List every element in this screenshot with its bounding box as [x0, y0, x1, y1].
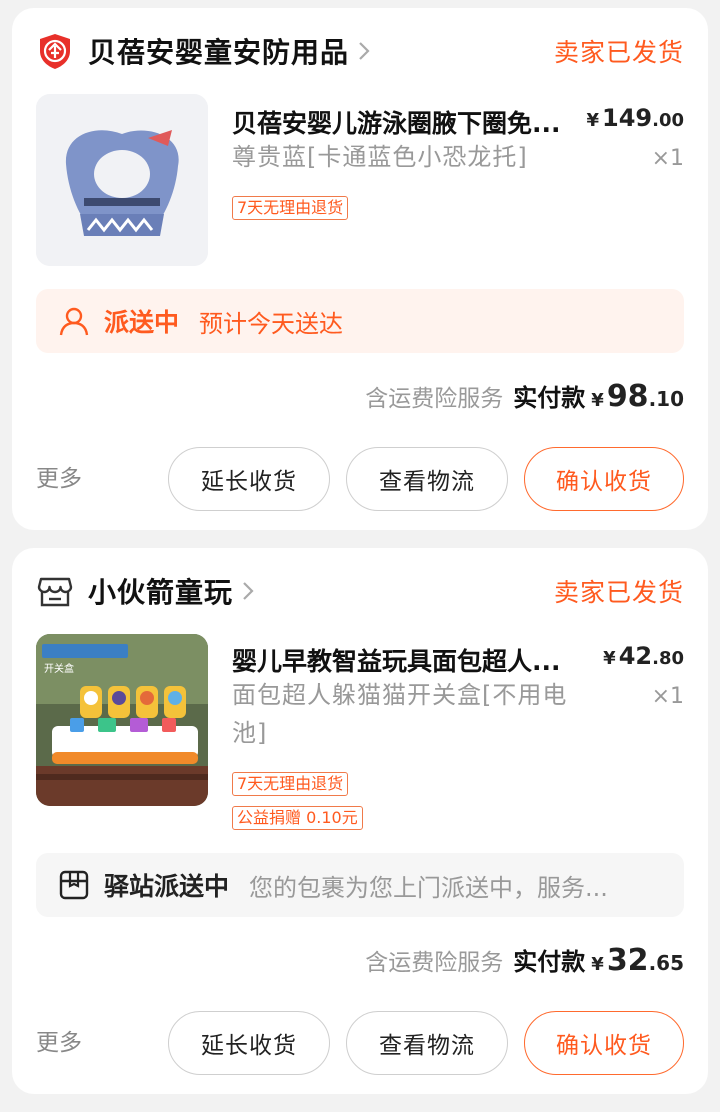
shop-name: 小伙箭童玩 — [88, 576, 234, 609]
product-price: ¥42.80 — [603, 642, 684, 670]
delivery-status: 派送中 — [104, 308, 180, 337]
order-actions: 更多 延长收货 查看物流 确认收货 — [36, 1011, 684, 1075]
confirm-receipt-button[interactable]: 确认收货 — [524, 1011, 684, 1075]
paid-label: 实付款 — [513, 948, 586, 976]
view-logistics-button[interactable]: 查看物流 — [346, 1011, 508, 1075]
extend-receipt-button[interactable]: 延长收货 — [168, 447, 330, 511]
order-status: 卖家已发货 — [553, 38, 684, 67]
shop-header[interactable]: 贝蓓安婴童安防用品 卖家已发货 — [36, 30, 684, 72]
parcel-station-icon — [58, 869, 90, 901]
order-card: 贝蓓安婴童安防用品 卖家已发货 贝蓓安婴儿游泳圈腋下圈免... ¥149.00 … — [12, 8, 708, 530]
delivery-status: 驿站派送中 — [104, 872, 230, 901]
store-icon — [36, 572, 74, 610]
delivery-status-bar[interactable]: 派送中 预计今天送达 — [36, 289, 684, 353]
paid-label: 实付款 — [513, 384, 586, 412]
product-image[interactable]: 开关盒 — [36, 634, 208, 806]
confirm-receipt-button[interactable]: 确认收货 — [524, 447, 684, 511]
shipping-insurance-note: 含运费险服务 — [365, 386, 504, 412]
product-title[interactable]: 贝蓓安婴儿游泳圈腋下圈免... — [232, 104, 592, 140]
shop-header[interactable]: 小伙箭童玩 卖家已发货 — [36, 570, 684, 612]
product-spec: 面包超人躲猫猫开关盒[不用电池] — [232, 681, 568, 747]
product-image-caption: 开关盒 — [44, 664, 74, 675]
courier-person-icon — [58, 305, 90, 337]
payment-summary: 含运费险服务 实付款 ¥98.10 — [365, 379, 684, 414]
view-logistics-button[interactable]: 查看物流 — [346, 447, 508, 511]
more-button[interactable]: 更多 — [36, 1011, 82, 1075]
paid-amount: 32 — [606, 943, 649, 978]
order-status: 卖家已发货 — [553, 578, 684, 607]
more-button[interactable]: 更多 — [36, 447, 82, 511]
chevron-right-icon — [359, 42, 370, 60]
product-image[interactable] — [36, 94, 208, 266]
enterprise-shield-icon — [36, 32, 74, 70]
delivery-status-bar[interactable]: 驿站派送中 您的包裹为您上门派送中，服务... — [36, 853, 684, 917]
charity-donation-badge: 公益捐赠 0.10元 — [232, 806, 363, 830]
delivery-detail: 您的包裹为您上门派送中，服务... — [249, 873, 608, 902]
return-policy-badge: 7天无理由退货 — [232, 772, 349, 796]
paid-amount: 98 — [606, 379, 649, 414]
delivery-estimate: 预计今天送达 — [199, 309, 344, 338]
chevron-right-icon — [243, 582, 254, 600]
shipping-insurance-note: 含运费险服务 — [365, 950, 504, 976]
product-price: ¥149.00 — [586, 104, 684, 132]
order-actions: 更多 延长收货 查看物流 确认收货 — [36, 447, 684, 511]
extend-receipt-button[interactable]: 延长收货 — [168, 1011, 330, 1075]
product-title[interactable]: 婴儿早教智益玩具面包超人... — [232, 642, 592, 678]
product-spec: 尊贵蓝[卡通蓝色小恐龙托] — [232, 143, 528, 171]
payment-summary: 含运费险服务 实付款 ¥32.65 — [365, 943, 684, 978]
order-card: 小伙箭童玩 卖家已发货 开关盒 婴儿早教智益玩具面包超人... ¥ 42.80 … — [12, 548, 708, 1094]
return-policy-badge: 7天无理由退货 — [232, 196, 349, 220]
product-quantity: ×1 — [651, 684, 684, 709]
product-quantity: ×1 — [651, 146, 684, 171]
shop-name: 贝蓓安婴童安防用品 — [88, 36, 350, 69]
